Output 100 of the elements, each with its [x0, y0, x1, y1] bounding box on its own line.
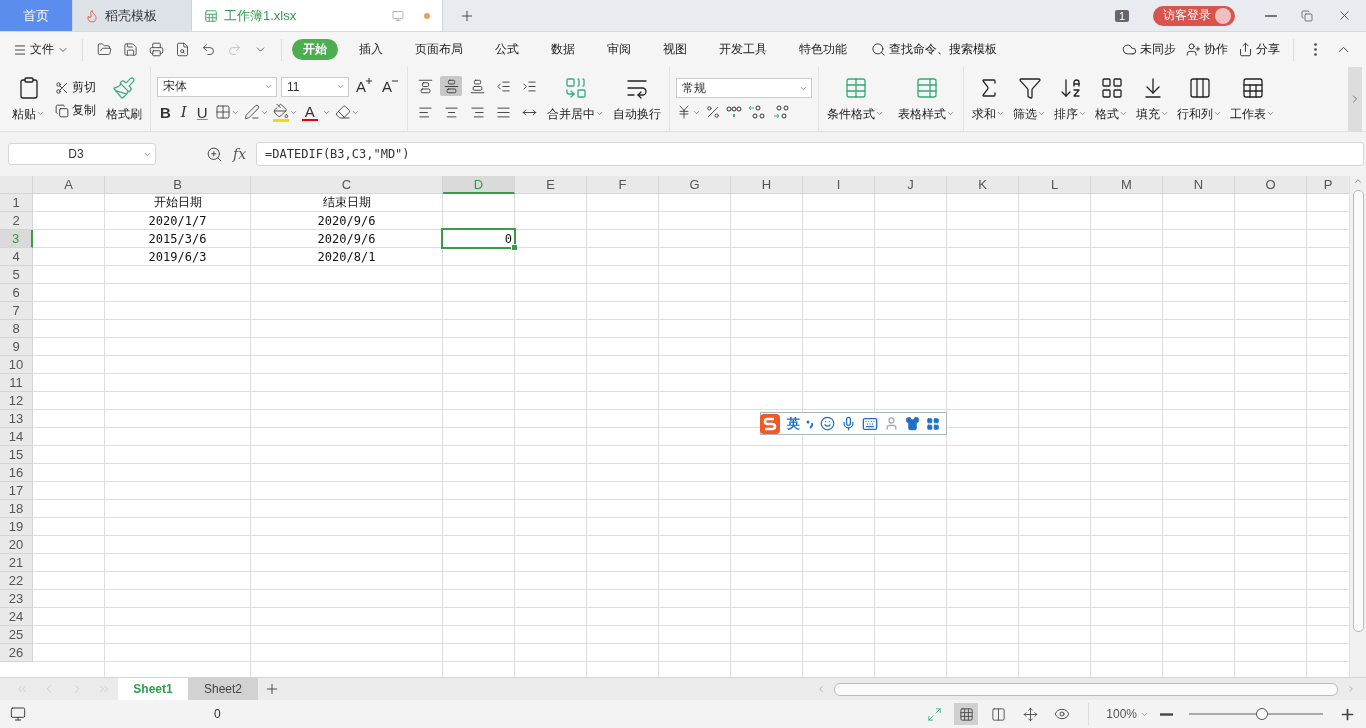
column-header[interactable]: A [33, 176, 105, 194]
ribbon-tab[interactable]: 公式 [484, 39, 530, 60]
column-header[interactable]: I [803, 176, 875, 194]
number-format-field[interactable]: 常规 [676, 78, 813, 98]
command-search[interactable]: 查找命令、搜索模板 [868, 41, 1000, 58]
row-header[interactable]: 24 [0, 608, 33, 626]
column-header[interactable]: F [587, 176, 659, 194]
column-header[interactable]: K [947, 176, 1019, 194]
document-tab[interactable]: 稻壳模板 [73, 0, 192, 31]
fill-color-button[interactable] [272, 102, 298, 122]
zoom-thumb[interactable] [1255, 708, 1268, 720]
row-header[interactable]: 25 [0, 626, 33, 644]
column-header[interactable]: J [875, 176, 947, 194]
sheet-tab[interactable]: Sheet2 [188, 678, 258, 700]
row-header[interactable]: 18 [0, 500, 33, 518]
row-header[interactable]: 20 [0, 536, 33, 554]
name-box[interactable]: D3 [8, 143, 156, 165]
percent-button[interactable] [705, 104, 722, 120]
paste-button[interactable]: 粘贴 [10, 75, 47, 123]
cell-style-button[interactable] [243, 104, 269, 120]
column-header[interactable]: P [1307, 176, 1349, 194]
column-header[interactable]: B [105, 176, 251, 194]
ribbon-tab[interactable]: 特色功能 [788, 39, 858, 60]
column-header[interactable]: C [251, 176, 443, 194]
row-header[interactable]: 21 [0, 554, 33, 572]
column-header[interactable]: N [1163, 176, 1235, 194]
vertical-scrollbar[interactable] [1349, 176, 1366, 677]
tool-button[interactable]: 格式 [1093, 75, 1131, 123]
decrease-decimal-button[interactable] [771, 104, 792, 120]
wrap-text-button[interactable]: 自动换行 [611, 75, 664, 123]
row-header[interactable]: 6 [0, 284, 33, 302]
row-header[interactable]: 1 [0, 194, 33, 212]
grow-font-button[interactable]: A [353, 78, 375, 95]
sync-button[interactable]: 未同步 [1119, 41, 1179, 58]
normal-view-button[interactable] [954, 703, 979, 725]
row-header[interactable]: 9 [0, 338, 33, 356]
row-header[interactable]: 13 [0, 410, 33, 428]
file-menu[interactable]: 文件 [10, 41, 72, 58]
row-header[interactable]: 8 [0, 320, 33, 338]
row-header[interactable]: 12 [0, 392, 33, 410]
zoom-level-button[interactable]: 100% [1103, 707, 1152, 721]
fill-handle[interactable] [511, 244, 518, 251]
collaborate-button[interactable]: 协作 [1183, 41, 1231, 58]
style-button[interactable]: 条件格式 [825, 75, 887, 123]
ribbon-tab[interactable]: 视图 [652, 39, 698, 60]
row-header[interactable]: 22 [0, 572, 33, 590]
login-button[interactable]: 访客登录 [1153, 5, 1235, 26]
align-middle-button[interactable] [440, 76, 463, 96]
currency-button[interactable] [676, 104, 702, 120]
font-name-field[interactable]: 宋体 [157, 76, 277, 97]
tool-button[interactable]: 排序 [1052, 75, 1090, 123]
row-header[interactable]: 23 [0, 590, 33, 608]
formula-field[interactable]: =DATEDIF(B3,C3,"MD") [256, 142, 1364, 166]
ribbon-tab[interactable]: 审阅 [596, 39, 642, 60]
zoom-button[interactable] [206, 145, 223, 163]
restore-button[interactable] [1301, 9, 1313, 22]
style-button[interactable]: 表格样式 [896, 75, 958, 123]
close-button[interactable] [1337, 8, 1352, 23]
column-header[interactable]: G [659, 176, 731, 194]
row-header[interactable]: 26 [0, 644, 33, 662]
font-size-field[interactable]: 11 [281, 76, 349, 97]
row-header[interactable]: 4 [0, 248, 33, 266]
thousands-button[interactable] [725, 104, 744, 120]
punctuation-icon[interactable] [806, 418, 814, 429]
format-painter-button[interactable]: 格式刷 [104, 75, 144, 123]
row-header[interactable]: 10 [0, 356, 33, 374]
zoom-out-button[interactable] [1160, 712, 1173, 716]
tool-button[interactable]: 填充 [1134, 75, 1172, 123]
merge-center-button[interactable]: 合并居中 [545, 75, 607, 123]
bold-button[interactable]: B [157, 103, 174, 121]
row-header[interactable]: 11 [0, 374, 33, 392]
row-header[interactable]: 5 [0, 266, 33, 284]
tool-button[interactable]: 行和列 [1175, 75, 1225, 123]
minimize-button[interactable] [1265, 14, 1277, 17]
ribbon-tab[interactable]: 数据 [540, 39, 586, 60]
row-header[interactable]: 7 [0, 302, 33, 320]
document-tab[interactable]: 工作簿1.xlsx [192, 0, 443, 31]
shrink-font-button[interactable]: A [379, 78, 402, 95]
sheet-tab[interactable]: Sheet1 [118, 678, 188, 700]
tool-button[interactable]: 筛选 [1011, 75, 1049, 123]
column-header[interactable]: M [1091, 176, 1163, 194]
borders-button[interactable] [214, 104, 240, 120]
ribbon-tab[interactable]: 开发工具 [708, 39, 778, 60]
cut-button[interactable]: 剪切 [52, 79, 99, 96]
column-header[interactable]: H [731, 176, 803, 194]
column-header[interactable]: E [515, 176, 587, 194]
tool-button[interactable]: 求和 [970, 75, 1008, 123]
clear-button[interactable] [334, 104, 360, 120]
row-header[interactable]: 19 [0, 518, 33, 536]
column-header[interactable]: L [1019, 176, 1091, 194]
column-header[interactable]: O [1235, 176, 1307, 194]
row-header[interactable]: 15 [0, 446, 33, 464]
row-header[interactable]: 17 [0, 482, 33, 500]
italic-button[interactable]: I [177, 103, 190, 121]
row-header[interactable]: 14 [0, 428, 33, 446]
copy-button[interactable]: 复制 [52, 102, 99, 119]
increase-decimal-button[interactable] [747, 104, 768, 120]
ribbon-tab[interactable]: 页面布局 [404, 39, 474, 60]
ribbon-tab[interactable]: 插入 [348, 39, 394, 60]
font-color-button[interactable]: A [301, 103, 318, 121]
